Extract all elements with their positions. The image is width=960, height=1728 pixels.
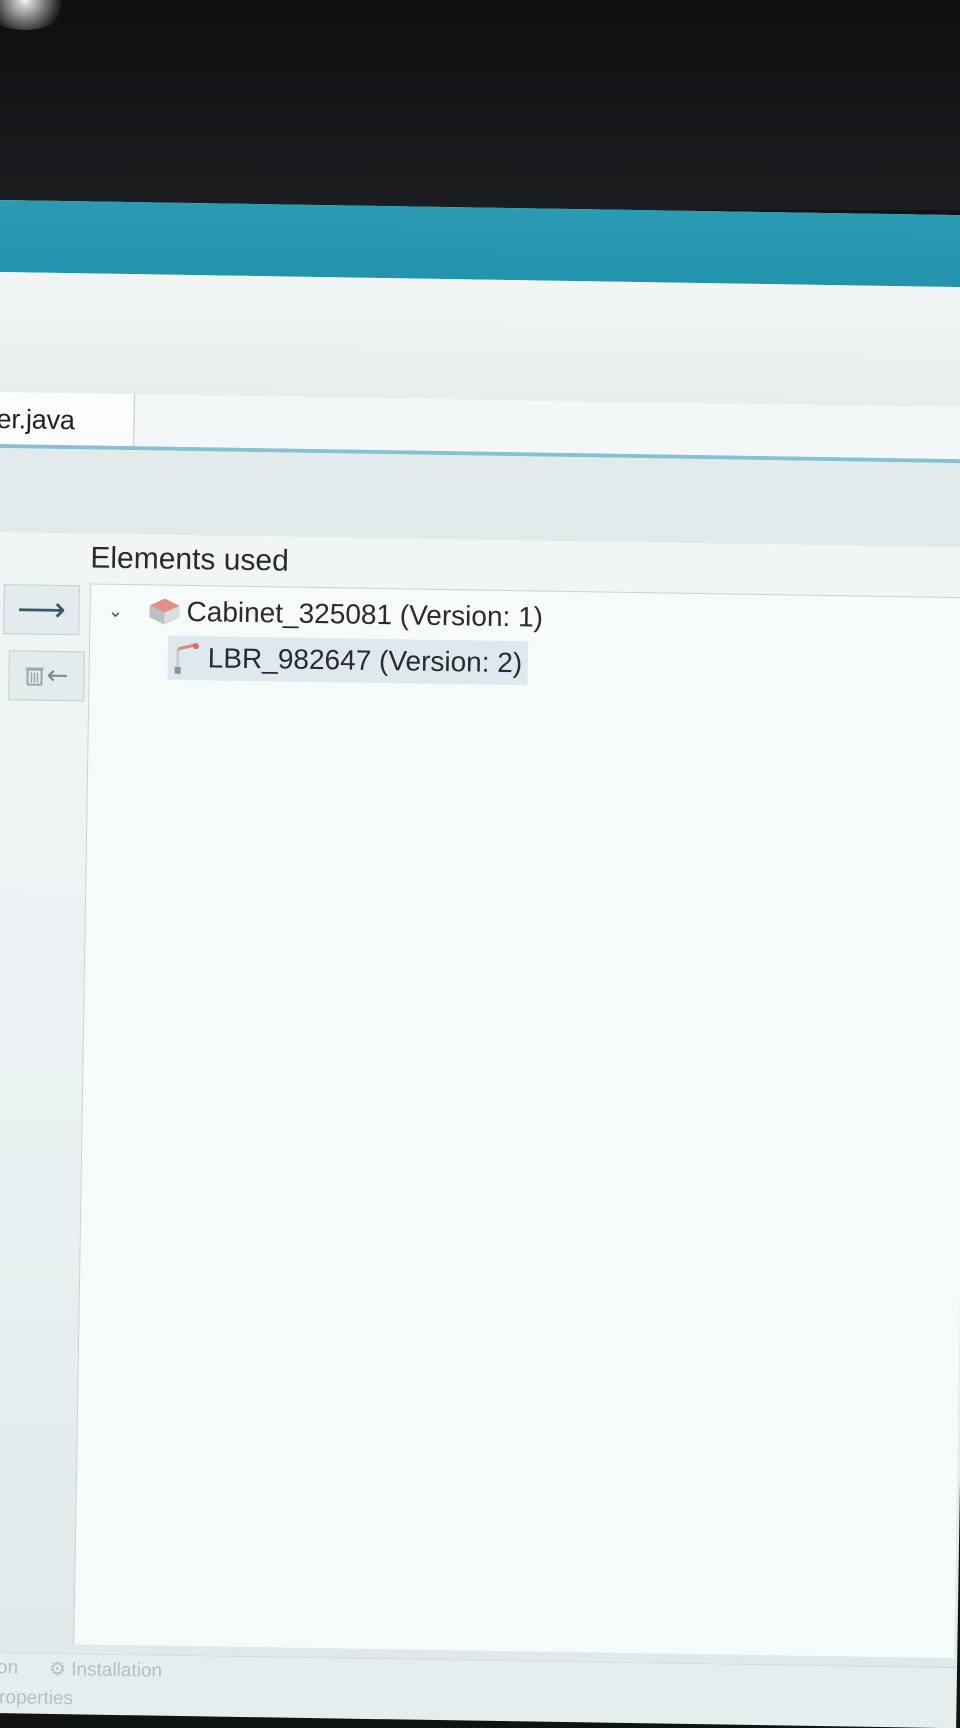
tab-configuration[interactable]: ation	[0, 1657, 18, 1680]
chevron-down-icon[interactable]: ⌄	[100, 600, 130, 621]
remove-element-button[interactable]: ←	[8, 650, 85, 701]
monitor-bezel	[0, 0, 960, 210]
tree-item-label: LBR_982647 (Version: 2)	[208, 642, 523, 679]
tab-properties[interactable]: Properties	[0, 1687, 73, 1710]
elements-used-section: Elements used ⟶ ← ⌄	[0, 532, 960, 1667]
arrow-right-icon: ⟶	[17, 592, 66, 627]
elements-tree: ⌄ Cabinet_325081 (Version: 1)	[73, 583, 960, 1658]
section-title: Elements used	[90, 541, 289, 578]
ribbon-toolbar	[0, 272, 960, 408]
tree-item-cabinet[interactable]: ⌄ Cabinet_325081 (Version: 1)	[100, 589, 543, 640]
editor-header-band	[0, 448, 960, 548]
trash-arrow-left-icon: ←	[24, 662, 68, 689]
add-element-button[interactable]: ⟶	[3, 584, 80, 635]
tab-label: Installation	[71, 1659, 162, 1681]
tab-java-file[interactable]: er.java	[0, 392, 135, 446]
robot-arm-icon	[168, 641, 205, 676]
application-window: er.java Elements used ⟶ ← ⌄	[0, 200, 960, 1721]
tree-item-lbr[interactable]: LBR_982647 (Version: 2)	[167, 636, 528, 686]
cabinet-icon	[146, 594, 183, 629]
light-glare	[0, 0, 70, 30]
tab-installation[interactable]: ⚙ Installation	[49, 1658, 163, 1683]
tree-item-label: Cabinet_325081 (Version: 1)	[186, 596, 543, 634]
tab-label: er.java	[0, 404, 75, 435]
